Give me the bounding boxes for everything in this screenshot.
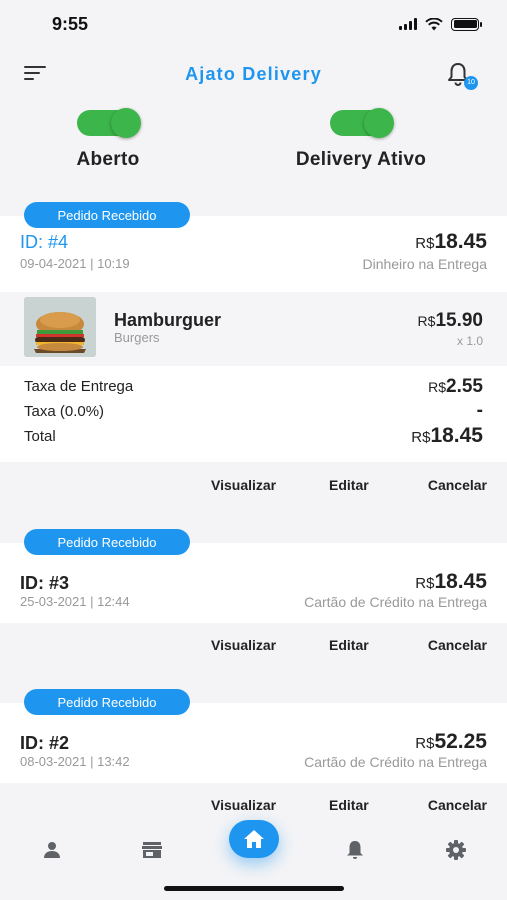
order-card-header[interactable]: ID: #2 08-03-2021 | 13:42 R$52.25 Cartão… bbox=[0, 703, 507, 783]
total-value: R$18.45 bbox=[411, 424, 483, 447]
tab-home[interactable] bbox=[229, 820, 279, 858]
battery-icon bbox=[451, 17, 482, 31]
order-actions: Visualizar Editar Cancelar bbox=[0, 787, 507, 823]
app-header: Ajato Delivery 10 bbox=[0, 48, 507, 100]
order-total: R$52.25 bbox=[415, 730, 487, 753]
aberto-toggle[interactable] bbox=[77, 108, 141, 138]
hamburger-image bbox=[24, 297, 96, 357]
delivery-ativo-toggle[interactable] bbox=[330, 108, 394, 138]
delivery-toggle-group: Delivery Ativo bbox=[261, 104, 461, 171]
tab-profile[interactable] bbox=[32, 830, 72, 870]
item-quantity: x 1.0 bbox=[456, 334, 483, 348]
item-price: R$15.90 bbox=[417, 310, 483, 331]
notification-badge: 10 bbox=[464, 76, 478, 90]
order-id: ID: #2 bbox=[20, 733, 70, 753]
order-date: 09-04-2021 | 10:19 bbox=[20, 256, 130, 271]
order-id: ID: #3 bbox=[20, 573, 70, 593]
home-icon bbox=[244, 830, 264, 848]
order-fees: Taxa de Entrega R$2.55 Taxa (0.0%) - Tot… bbox=[0, 366, 507, 462]
order-date: 25-03-2021 | 12:44 bbox=[20, 594, 130, 609]
tax-value: - bbox=[476, 400, 483, 421]
status-icons bbox=[399, 17, 482, 31]
edit-button[interactable]: Editar bbox=[329, 797, 369, 813]
order-id: ID: #4 bbox=[20, 232, 69, 252]
store-icon bbox=[142, 842, 162, 858]
order-status-badge: Pedido Recebido bbox=[24, 202, 190, 228]
edit-button[interactable]: Editar bbox=[329, 477, 369, 493]
order-card-header[interactable]: ID: #3 25-03-2021 | 12:44 R$18.45 Cartão… bbox=[0, 543, 507, 623]
tab-notifications[interactable] bbox=[335, 830, 375, 870]
order-actions: Visualizar Editar Cancelar bbox=[0, 467, 507, 503]
order-actions: Visualizar Editar Cancelar bbox=[0, 627, 507, 663]
delivery-fee-label: Taxa de Entrega bbox=[24, 378, 134, 395]
delivery-ativo-label: Delivery Ativo bbox=[295, 149, 427, 170]
bell-icon bbox=[347, 841, 363, 859]
view-button[interactable]: Visualizar bbox=[211, 477, 276, 493]
total-label: Total bbox=[24, 428, 56, 445]
gear-icon bbox=[446, 840, 466, 860]
signal-icon bbox=[399, 18, 417, 30]
order-payment-method: Dinheiro na Entrega bbox=[362, 256, 487, 272]
cancel-button[interactable]: Cancelar bbox=[428, 797, 487, 813]
view-button[interactable]: Visualizar bbox=[211, 637, 276, 653]
cancel-button[interactable]: Cancelar bbox=[428, 637, 487, 653]
store-toggles: Aberto Delivery Ativo bbox=[0, 104, 507, 184]
edit-button[interactable]: Editar bbox=[329, 637, 369, 653]
tab-store[interactable] bbox=[132, 830, 172, 870]
order-status-badge: Pedido Recebido bbox=[24, 689, 190, 715]
wifi-icon bbox=[425, 17, 443, 30]
filter-menu-icon[interactable] bbox=[24, 66, 46, 82]
aberto-toggle-group: Aberto bbox=[8, 104, 208, 171]
app-title: Ajato Delivery bbox=[185, 63, 322, 84]
clock: 9:55 bbox=[52, 13, 89, 34]
delivery-fee-value: R$2.55 bbox=[428, 376, 483, 397]
status-bar: 9:55 bbox=[0, 0, 507, 48]
item-name: Hamburguer bbox=[114, 310, 222, 330]
notifications-button[interactable]: 10 bbox=[447, 62, 478, 90]
aberto-label: Aberto bbox=[76, 149, 140, 170]
order-payment-method: Cartão de Crédito na Entrega bbox=[304, 594, 487, 610]
tax-label: Taxa (0.0%) bbox=[24, 403, 105, 420]
view-button[interactable]: Visualizar bbox=[211, 797, 276, 813]
user-icon bbox=[44, 842, 60, 858]
order-payment-method: Cartão de Crédito na Entrega bbox=[304, 754, 487, 770]
order-status-badge: Pedido Recebido bbox=[24, 529, 190, 555]
tab-settings[interactable] bbox=[436, 830, 476, 870]
order-item-row: Hamburguer Burgers R$15.90 x 1.0 bbox=[0, 292, 507, 366]
order-total: R$18.45 bbox=[415, 230, 487, 253]
order-date: 08-03-2021 | 13:42 bbox=[20, 754, 130, 769]
home-indicator bbox=[164, 886, 344, 891]
cancel-button[interactable]: Cancelar bbox=[428, 477, 487, 493]
order-total: R$18.45 bbox=[415, 570, 487, 593]
item-category: Burgers bbox=[114, 330, 160, 345]
